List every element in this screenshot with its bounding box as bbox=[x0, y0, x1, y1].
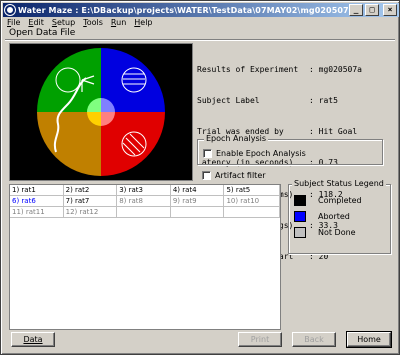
checkbox-box[interactable] bbox=[202, 171, 211, 180]
legend-swatch bbox=[294, 195, 306, 206]
artifact-filter-label: Artifact filter bbox=[215, 171, 266, 180]
back-button[interactable]: Back bbox=[292, 332, 336, 347]
legend-swatch bbox=[294, 211, 306, 222]
subject-cell[interactable]: 9) rat9 bbox=[170, 196, 225, 207]
subject-cell[interactable]: 11) rat11 bbox=[10, 207, 64, 218]
window-title: Water Maze : E:\DBackup\projects\WATER\T… bbox=[18, 5, 349, 15]
maximize-button[interactable]: □ bbox=[365, 4, 379, 16]
close-button[interactable]: × bbox=[383, 4, 397, 16]
checkbox-box[interactable] bbox=[203, 149, 212, 158]
home-button[interactable]: Home bbox=[346, 331, 392, 348]
print-button[interactable]: Print bbox=[238, 332, 282, 347]
menu-edit[interactable]: Edit bbox=[24, 18, 48, 27]
water-maze-app-icon bbox=[5, 5, 15, 15]
minimize-button[interactable]: _ bbox=[349, 4, 363, 16]
menu-tools[interactable]: Tools bbox=[79, 18, 107, 27]
subject-cell[interactable]: 5) rat5 bbox=[224, 185, 281, 196]
epoch-analysis-title: Epoch Analysis bbox=[204, 134, 268, 143]
legend-item-completed: Completed bbox=[294, 195, 362, 206]
maze-display bbox=[9, 43, 193, 181]
legend-label: Not Done bbox=[318, 228, 356, 237]
subject-cell[interactable]: 4) rat4 bbox=[170, 185, 225, 196]
grid-row: 11) rat11 12) rat12 bbox=[10, 207, 281, 218]
title-bar[interactable]: Water Maze : E:\DBackup\projects\WATER\T… bbox=[3, 3, 399, 17]
enable-epoch-analysis-label: Enable Epoch Analysis bbox=[216, 149, 306, 158]
subject-cell[interactable]: 7) rat7 bbox=[63, 196, 118, 207]
artifact-filter-checkbox[interactable]: Artifact filter bbox=[202, 171, 266, 180]
subject-cell[interactable]: 3) rat3 bbox=[117, 185, 171, 196]
menu-help[interactable]: Help bbox=[130, 18, 156, 27]
grid-row: 1) rat1 2) rat2 3) rat3 4) rat4 5) rat5 bbox=[10, 185, 281, 196]
grid-row: 6) rat6 7) rat7 8) rat8 9) rat9 10) rat1… bbox=[10, 196, 281, 207]
data-button[interactable]: Data bbox=[11, 332, 55, 347]
maze-svg bbox=[37, 48, 165, 176]
subject-cell[interactable]: 8) rat8 bbox=[117, 196, 171, 207]
legend-title: Subject Status Legend bbox=[292, 179, 386, 188]
subject-cell[interactable]: 12) rat12 bbox=[63, 207, 118, 218]
result-row: Results of Experiment: mg020507a bbox=[197, 64, 362, 74]
pane-divider bbox=[5, 39, 395, 41]
legend-label: Aborted bbox=[318, 212, 350, 221]
legend-item-not-done: Not Done bbox=[294, 227, 356, 238]
legend-item-aborted: Aborted bbox=[294, 211, 350, 222]
menu-setup[interactable]: Setup bbox=[48, 18, 79, 27]
menu-bar: File Edit Setup Tools Run Help bbox=[3, 17, 399, 28]
subject-cell[interactable]: 1) rat1 bbox=[10, 185, 64, 196]
menu-run[interactable]: Run bbox=[107, 18, 130, 27]
menu-file[interactable]: File bbox=[3, 18, 24, 27]
epoch-analysis-group: Epoch Analysis Enable Epoch Analysis bbox=[197, 134, 383, 165]
main-window: Water Maze : E:\DBackup\projects\WATER\T… bbox=[0, 0, 400, 355]
legend-label: Completed bbox=[318, 196, 362, 205]
result-row: Subject Label: rat5 bbox=[197, 96, 338, 106]
subject-cell[interactable] bbox=[224, 207, 281, 218]
subject-cell[interactable]: 10) rat10 bbox=[224, 196, 281, 207]
subject-cell[interactable] bbox=[170, 207, 225, 218]
legend-swatch bbox=[294, 227, 306, 238]
subject-cell[interactable] bbox=[117, 207, 171, 218]
enable-epoch-analysis-checkbox[interactable]: Enable Epoch Analysis bbox=[203, 149, 306, 158]
subject-grid: 1) rat1 2) rat2 3) rat3 4) rat4 5) rat5 … bbox=[9, 184, 281, 330]
pane-title: Open Data File bbox=[9, 28, 76, 38]
subject-cell[interactable]: 2) rat2 bbox=[63, 185, 118, 196]
subject-status-legend-group: Subject Status Legend Completed Aborted … bbox=[288, 179, 391, 254]
subject-cell[interactable]: 6) rat6 bbox=[10, 196, 64, 207]
